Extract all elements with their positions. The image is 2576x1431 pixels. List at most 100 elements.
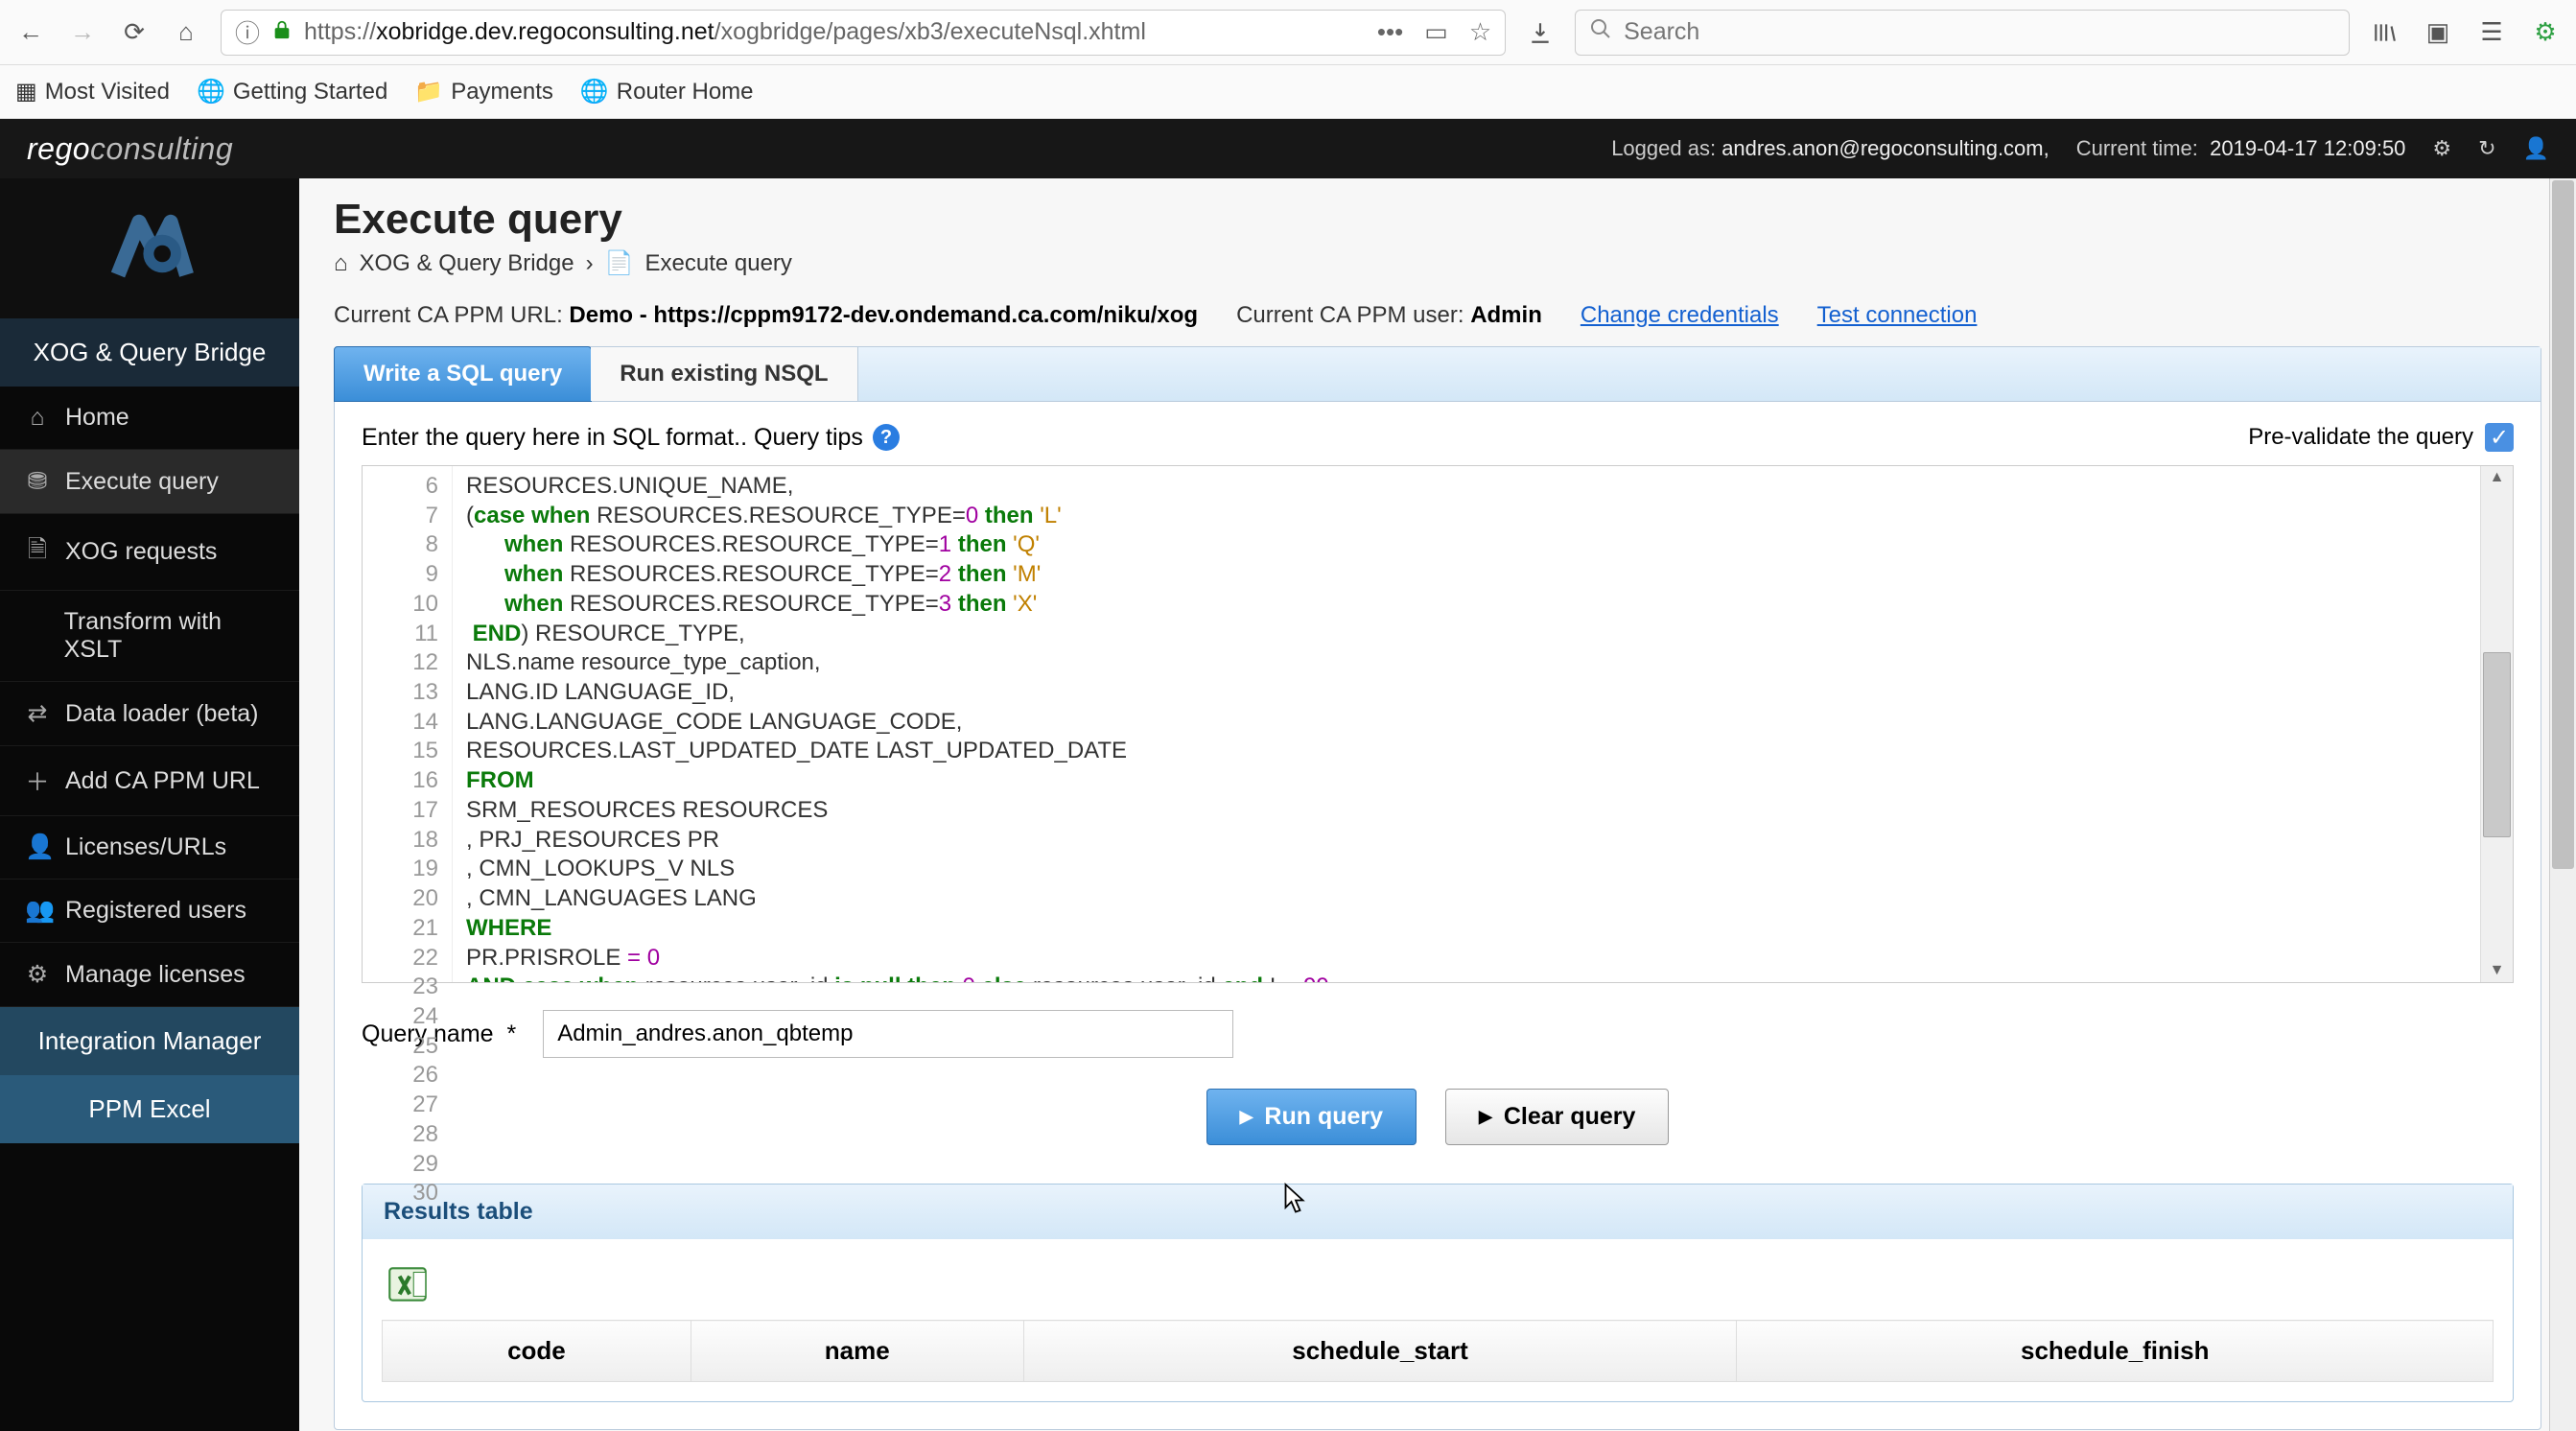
nav-back-icon[interactable]: ← bbox=[13, 15, 48, 50]
library-icon[interactable] bbox=[2367, 15, 2401, 50]
export-excel-icon[interactable] bbox=[382, 1258, 433, 1310]
sidebar-item-xog-requests[interactable]: 🗎XOG requests bbox=[0, 514, 299, 591]
tab-strip: Write a SQL query Run existing NSQL bbox=[335, 347, 2541, 402]
ca-url-value: Demo - https://cppm9172-dev.ondemand.ca.… bbox=[569, 302, 1198, 328]
query-panel: Write a SQL query Run existing NSQL Ente… bbox=[334, 346, 2541, 1430]
results-table: codenameschedule_startschedule_finish bbox=[382, 1320, 2494, 1382]
query-name-input[interactable] bbox=[543, 1010, 1233, 1058]
bookmark-payments[interactable]: 📁Payments bbox=[414, 78, 553, 106]
sidebar-item-transform-with-xslt[interactable]: Transform with XSLT bbox=[0, 591, 299, 682]
sidebar-item-execute-query[interactable]: ⛃Execute query bbox=[0, 450, 299, 514]
sidebar-item-label: Manage licenses bbox=[65, 961, 246, 989]
brand-logo[interactable]: regoconsulting bbox=[27, 131, 233, 167]
results-header: Results table bbox=[363, 1185, 2513, 1239]
play-icon: ▶ bbox=[1479, 1107, 1492, 1127]
connection-info-row: Current CA PPM URL: Demo - https://cppm9… bbox=[334, 302, 2541, 329]
search-icon bbox=[1589, 17, 1612, 47]
url-bar[interactable]: ⓘ https://xobridge.dev.regoconsulting.ne… bbox=[221, 10, 1506, 56]
ca-user-label: Current CA PPM user: bbox=[1236, 302, 1464, 328]
exchange-icon: ⇄ bbox=[25, 699, 50, 728]
code-content[interactable]: RESOURCES.UNIQUE_NAME,(case when RESOURC… bbox=[453, 466, 2480, 982]
column-schedule_finish[interactable]: schedule_finish bbox=[1737, 1321, 2494, 1382]
nav-forward-icon[interactable]: → bbox=[65, 15, 100, 50]
scroll-thumb[interactable] bbox=[2483, 652, 2511, 838]
app-header: regoconsulting Logged as: andres.anon@re… bbox=[0, 119, 2576, 178]
plus-icon: ＋ bbox=[25, 763, 50, 798]
page-scrollbar[interactable] bbox=[2549, 178, 2576, 1431]
users-icon: 👥 bbox=[25, 897, 50, 925]
ca-url-label: Current CA PPM URL: bbox=[334, 302, 563, 328]
tab-write-sql[interactable]: Write a SQL query bbox=[334, 346, 592, 402]
sidebar-item-add-ca-ppm-url[interactable]: ＋ Add CA PPM URL bbox=[0, 746, 299, 816]
sidebar-section-ppm-excel[interactable]: PPM Excel bbox=[0, 1075, 299, 1143]
file-icon: 📄 bbox=[605, 249, 634, 277]
scroll-down-icon[interactable]: ▼ bbox=[2481, 961, 2513, 980]
sidebar-item-home[interactable]: ⌂Home bbox=[0, 387, 299, 450]
scroll-up-icon[interactable]: ▲ bbox=[2481, 468, 2513, 487]
menu-icon[interactable]: ☰ bbox=[2474, 15, 2509, 50]
sidebar-section-xog[interactable]: XOG & Query Bridge bbox=[0, 318, 299, 387]
change-credentials-link[interactable]: Change credentials bbox=[1581, 302, 1779, 329]
browser-search-input[interactable] bbox=[1624, 18, 2335, 46]
sync-icon[interactable]: ↻ bbox=[2478, 136, 2495, 161]
home-icon[interactable]: ⌂ bbox=[334, 250, 348, 277]
query-editor-label: Enter the query here in SQL format.. Que… bbox=[362, 424, 863, 452]
breadcrumb-leaf: Execute query bbox=[644, 250, 791, 277]
sidebar-toggle-icon[interactable]: ▣ bbox=[2421, 15, 2455, 50]
browser-search[interactable] bbox=[1575, 10, 2350, 56]
downloads-icon[interactable] bbox=[1523, 15, 1557, 50]
nav-reload-icon[interactable]: ⟳ bbox=[117, 15, 152, 50]
sidebar-item-label: Transform with XSLT bbox=[64, 608, 274, 664]
prevalidate-checkbox[interactable]: ✓ bbox=[2485, 423, 2514, 452]
browser-toolbar: ← → ⟳ ⌂ ⓘ https://xobridge.dev.regoconsu… bbox=[0, 0, 2576, 65]
chevron-right-icon: › bbox=[586, 250, 594, 277]
column-code[interactable]: code bbox=[383, 1321, 691, 1382]
help-icon[interactable]: ? bbox=[873, 424, 900, 451]
page-scroll-thumb[interactable] bbox=[2552, 180, 2574, 869]
sidebar-item-label: Data loader (beta) bbox=[65, 700, 259, 728]
breadcrumb-root[interactable]: XOG & Query Bridge bbox=[360, 250, 574, 277]
current-time-label: Current time: bbox=[2076, 136, 2198, 160]
sql-code-editor[interactable]: 6789101112131415161718192021222324252627… bbox=[362, 465, 2514, 983]
info-icon[interactable]: ⓘ bbox=[235, 14, 260, 50]
sidebar-item-registered-users[interactable]: 👥 Registered users bbox=[0, 880, 299, 943]
doc-icon: 🗎 bbox=[25, 531, 50, 573]
page-actions-icon[interactable]: ••• bbox=[1377, 17, 1403, 47]
sidebar-item-label: Add CA PPM URL bbox=[65, 767, 260, 795]
column-schedule_start[interactable]: schedule_start bbox=[1023, 1321, 1737, 1382]
url-text: https://xobridge.dev.regoconsulting.net/… bbox=[304, 18, 1146, 46]
line-number-gutter: 6789101112131415161718192021222324252627… bbox=[363, 466, 453, 982]
play-icon: ▶ bbox=[1240, 1107, 1253, 1127]
sidebar-item-licenses-urls[interactable]: 👤Licenses/URLs bbox=[0, 816, 299, 880]
globe-icon: 🌐 bbox=[197, 78, 225, 106]
test-connection-link[interactable]: Test connection bbox=[1817, 302, 1978, 329]
cogs-icon: ⚙ bbox=[25, 960, 50, 989]
bookmark-getting-started[interactable]: 🌐Getting Started bbox=[197, 78, 387, 106]
sidebar: XOG & Query Bridge ⌂Home⛃Execute query🗎X… bbox=[0, 178, 299, 1431]
sidebar-item-label: Home bbox=[65, 404, 129, 432]
bookmark-star-icon[interactable]: ☆ bbox=[1469, 17, 1491, 47]
reader-icon[interactable]: ▭ bbox=[1424, 17, 1448, 47]
bookmark-most-visited[interactable]: ▦Most Visited bbox=[15, 78, 170, 106]
sidebar-section-integration[interactable]: Integration Manager bbox=[0, 1007, 299, 1075]
tab-run-existing-nsql[interactable]: Run existing NSQL bbox=[591, 347, 857, 401]
sidebar-item-manage-licenses[interactable]: ⚙ Manage licenses bbox=[0, 943, 299, 1007]
extension-icon[interactable]: ⚙ bbox=[2528, 15, 2563, 50]
user-icon[interactable]: 👤 bbox=[2523, 136, 2549, 161]
folder-icon: 📁 bbox=[414, 78, 443, 106]
sidebar-item-data-loader-beta-[interactable]: ⇄ Data loader (beta) bbox=[0, 682, 299, 746]
app-logo[interactable] bbox=[0, 178, 299, 318]
settings-gear-icon[interactable]: ⚙ bbox=[2432, 136, 2451, 161]
editor-scrollbar[interactable]: ▲ ▼ bbox=[2480, 466, 2513, 982]
sidebar-item-label: Registered users bbox=[65, 897, 246, 925]
column-name[interactable]: name bbox=[691, 1321, 1023, 1382]
bookmarks-bar: ▦Most Visited 🌐Getting Started 📁Payments… bbox=[0, 65, 2576, 119]
current-time-value: 2019-04-17 12:09:50 bbox=[2210, 136, 2405, 160]
bookmark-router-home[interactable]: 🌐Router Home bbox=[580, 78, 754, 106]
clear-query-button[interactable]: ▶Clear query bbox=[1445, 1089, 1669, 1145]
breadcrumb: ⌂ XOG & Query Bridge › 📄 Execute query bbox=[334, 249, 2541, 277]
logged-as-value: andres.anon@regoconsulting.com, bbox=[1721, 136, 2049, 160]
run-query-button[interactable]: ▶Run query bbox=[1206, 1089, 1417, 1145]
prevalidate-label: Pre-validate the query bbox=[2248, 424, 2473, 451]
nav-home-icon[interactable]: ⌂ bbox=[169, 15, 203, 50]
